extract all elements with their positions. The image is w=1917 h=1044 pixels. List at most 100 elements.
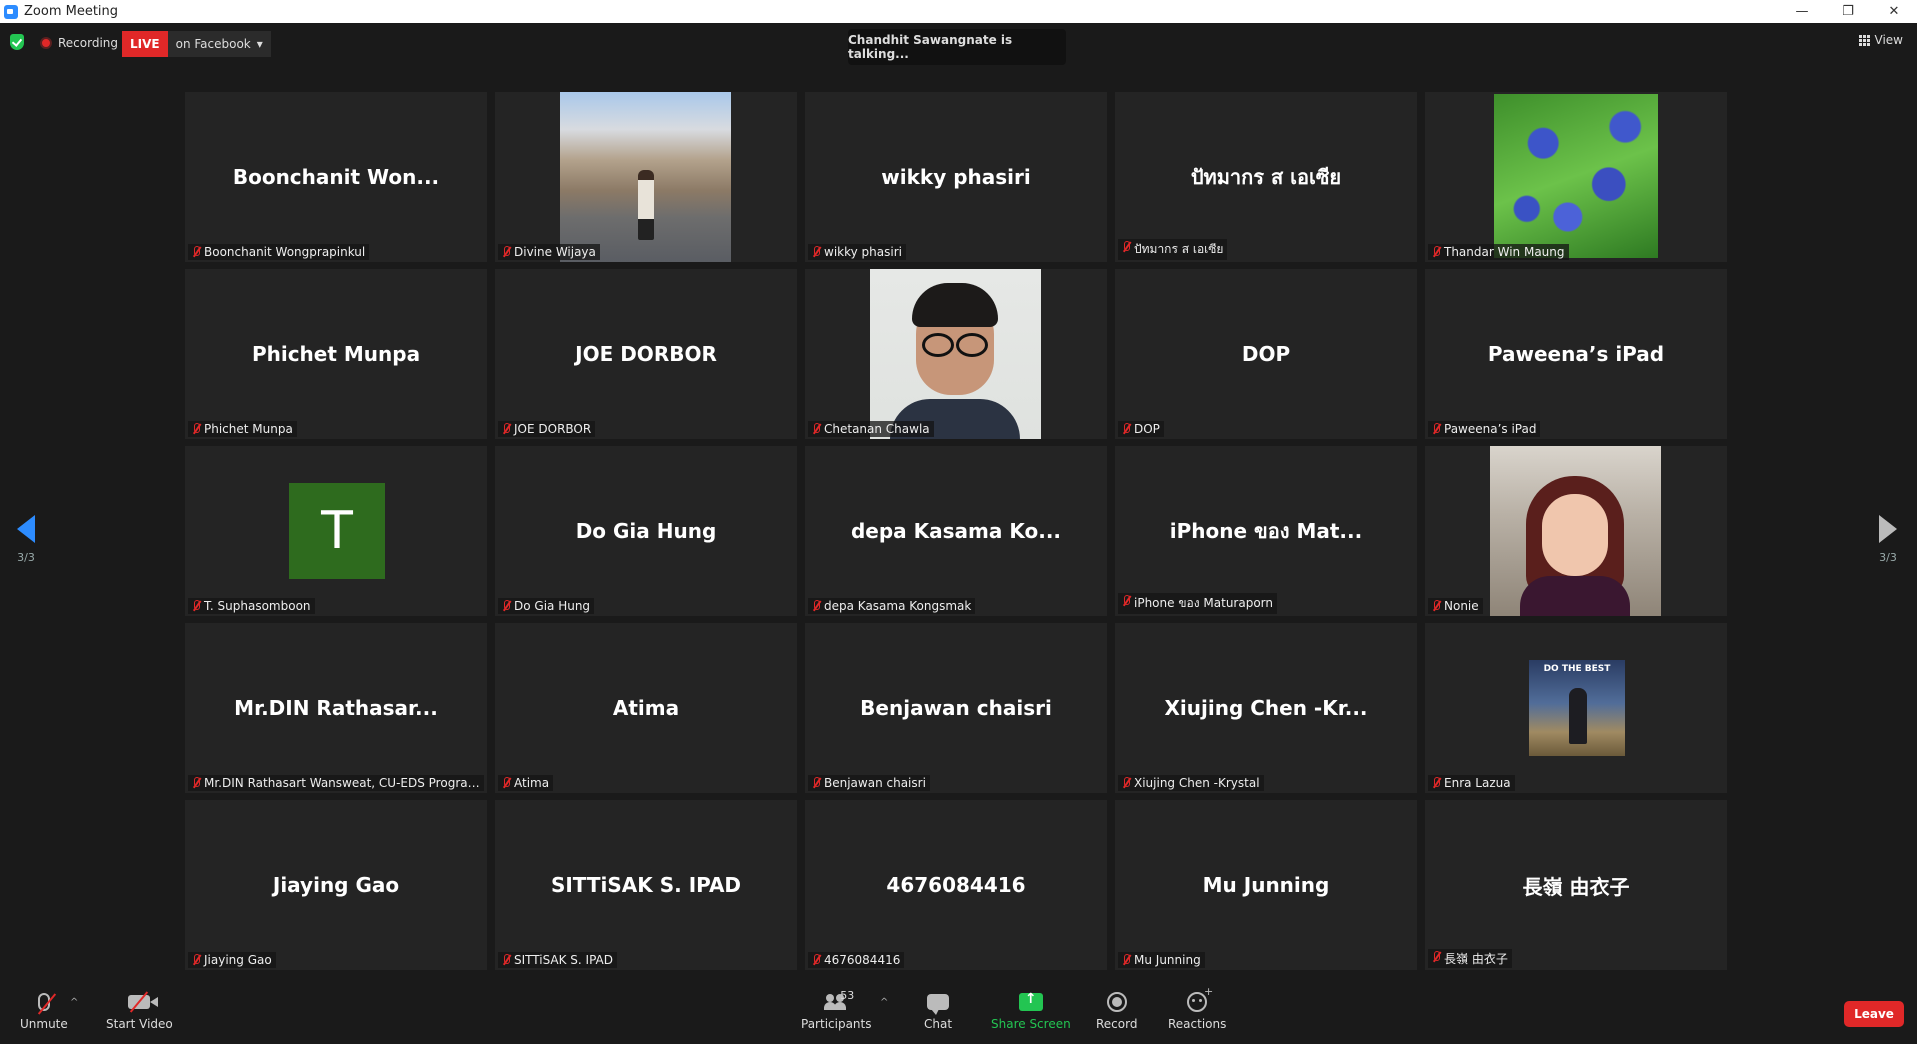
- recording-label: Recording: [58, 36, 119, 50]
- active-speaker-banner: Chandhit Sawangnate is talking...: [848, 29, 1066, 65]
- participant-tile[interactable]: DOP DOP: [1115, 269, 1417, 439]
- participant-tile[interactable]: Atima Atima: [495, 623, 797, 793]
- participant-name: DOP: [1134, 422, 1160, 436]
- participant-tile[interactable]: Phichet Munpa Phichet Munpa: [185, 269, 487, 439]
- participant-name-label: 4676084416: [808, 952, 905, 968]
- participant-name: iPhone ของ Maturaporn: [1134, 596, 1273, 610]
- prev-page-button[interactable]: 3/3: [6, 515, 46, 564]
- next-page-button[interactable]: 3/3: [1868, 515, 1908, 564]
- participants-button[interactable]: 53 Participants: [801, 989, 872, 1031]
- participant-tile[interactable]: Divine Wijaya: [495, 92, 797, 262]
- participant-name: Mr.DIN Rathasart Wansweat, CU-EDS Progra…: [204, 776, 484, 790]
- mic-muted-icon: [1121, 241, 1131, 253]
- security-shield-icon[interactable]: [10, 34, 24, 50]
- participant-video: [560, 92, 731, 262]
- participant-name: Thandar Win Maung: [1444, 245, 1565, 259]
- participant-tile[interactable]: Paweena’s iPad Paweena’s iPad: [1425, 269, 1727, 439]
- share-screen-label: Share Screen: [991, 1017, 1071, 1031]
- profile-picture-caption: DO THE BEST: [1543, 664, 1611, 674]
- participant-display-name: iPhone ของ Mat...: [1169, 519, 1363, 543]
- participant-tile[interactable]: 長嶺 由衣子 長嶺 由衣子: [1425, 800, 1727, 970]
- mic-muted-icon: [811, 600, 821, 612]
- participants-label: Participants: [801, 1017, 872, 1031]
- participant-tile[interactable]: Xiujing Chen -Kr... Xiujing Chen -Krystal: [1115, 623, 1417, 793]
- chat-button[interactable]: Chat: [924, 989, 952, 1031]
- participant-tile[interactable]: Jiaying Gao Jiaying Gao: [185, 800, 487, 970]
- participant-tile[interactable]: 4676084416 4676084416: [805, 800, 1107, 970]
- page-indicator-right: 3/3: [1879, 551, 1897, 564]
- mic-muted-icon: [501, 423, 511, 435]
- view-button[interactable]: View: [1858, 33, 1903, 47]
- recording-indicator[interactable]: Recording: [40, 33, 118, 53]
- participant-name: Paweena’s iPad: [1444, 422, 1537, 436]
- participant-tile[interactable]: Thandar Win Maung: [1425, 92, 1727, 262]
- page-indicator-left: 3/3: [17, 551, 35, 564]
- start-video-button[interactable]: Start Video: [106, 989, 173, 1031]
- participant-name-label: ปัทมากร ส เอเซีย: [1118, 239, 1228, 260]
- window-controls: — ❐ ✕: [1779, 0, 1917, 23]
- record-button[interactable]: Record: [1096, 989, 1137, 1031]
- participant-tile[interactable]: depa Kasama Ko... depa Kasama Kongsmak: [805, 446, 1107, 616]
- participant-video: [1494, 94, 1658, 258]
- mic-muted-icon: [191, 246, 201, 258]
- participant-tile[interactable]: JOE DORBOR JOE DORBOR: [495, 269, 797, 439]
- participant-name: wikky phasiri: [824, 245, 902, 259]
- live-destination[interactable]: on Facebook ▾: [167, 31, 271, 57]
- participant-display-name: wikky phasiri: [881, 165, 1031, 189]
- participant-tile[interactable]: iPhone ของ Mat... iPhone ของ Maturaporn: [1115, 446, 1417, 616]
- participant-display-name: SITTiSAK S. IPAD: [550, 873, 742, 897]
- mic-muted-icon: [1121, 423, 1131, 435]
- participant-name: Boonchanit Wongprapinkul: [204, 245, 366, 259]
- grid-view-icon: [1858, 34, 1870, 46]
- participant-tile[interactable]: SITTiSAK S. IPAD SITTiSAK S. IPAD: [495, 800, 797, 970]
- participant-display-name: DOP: [1241, 342, 1291, 366]
- livestream-control[interactable]: LIVE on Facebook ▾: [122, 31, 271, 57]
- mic-muted-icon: [811, 777, 821, 789]
- participant-tile[interactable]: Nonie: [1425, 446, 1727, 616]
- mic-muted-icon: [501, 777, 511, 789]
- participants-options-caret-icon[interactable]: ^: [880, 997, 888, 1008]
- reactions-button[interactable]: Reactions: [1168, 985, 1226, 1031]
- participant-tile[interactable]: Mu Junning Mu Junning: [1115, 800, 1417, 970]
- restore-icon[interactable]: ❐: [1825, 0, 1871, 23]
- participant-display-name: Paweena’s iPad: [1487, 342, 1665, 366]
- mic-muted-icon: [37, 993, 57, 1015]
- mic-muted-icon: [501, 954, 511, 966]
- live-destination-label: on Facebook: [175, 37, 251, 51]
- mic-muted-icon: [1431, 246, 1441, 258]
- participant-tile[interactable]: T T. Suphasomboon: [185, 446, 487, 616]
- caret-down-icon: ▾: [256, 37, 263, 51]
- mic-muted-icon: [501, 246, 511, 258]
- audio-options-caret-icon[interactable]: ^: [70, 997, 78, 1008]
- participant-name-label: Enra Lazua: [1428, 775, 1515, 791]
- participant-name-label: Xiujing Chen -Krystal: [1118, 775, 1264, 791]
- leave-button[interactable]: Leave: [1844, 1001, 1904, 1027]
- participant-display-name: Do Gia Hung: [575, 519, 717, 543]
- participant-display-name: Jiaying Gao: [272, 873, 400, 897]
- participant-name-label: Paweena’s iPad: [1428, 421, 1541, 437]
- record-dot-icon: [40, 37, 52, 49]
- mic-muted-icon: [1431, 600, 1441, 612]
- share-screen-button[interactable]: Share Screen: [991, 989, 1071, 1031]
- participant-name-label: Divine Wijaya: [498, 244, 600, 260]
- participant-tile[interactable]: Do Gia Hung Do Gia Hung: [495, 446, 797, 616]
- participant-tile[interactable]: Boonchanit Won... Boonchanit Wongprapinku…: [185, 92, 487, 262]
- participant-video: [870, 269, 1041, 439]
- participant-name: ปัทมากร ส เอเซีย: [1134, 242, 1224, 256]
- participant-tile[interactable]: Mr.DIN Rathasar... Mr.DIN Rathasart Wansw…: [185, 623, 487, 793]
- mic-muted-icon: [1431, 423, 1441, 435]
- participant-tile[interactable]: wikky phasiri wikky phasiri: [805, 92, 1107, 262]
- unmute-button[interactable]: Unmute: [20, 989, 68, 1031]
- arrow-left-icon: [17, 515, 35, 543]
- participant-name-label: Boonchanit Wongprapinkul: [188, 244, 370, 260]
- start-video-label: Start Video: [106, 1017, 173, 1031]
- participant-tile[interactable]: Benjawan chaisri Benjawan chaisri: [805, 623, 1107, 793]
- participant-tile[interactable]: DO THE BEST Enra Lazua: [1425, 623, 1727, 793]
- participant-tile[interactable]: Chetanan Chawla: [805, 269, 1107, 439]
- participant-name: depa Kasama Kongsmak: [824, 599, 972, 613]
- participant-name: JOE DORBOR: [514, 422, 592, 436]
- minimize-icon[interactable]: —: [1779, 0, 1825, 23]
- participant-name-label: DOP: [1118, 421, 1164, 437]
- participant-tile[interactable]: ปัทมากร ส เอเซีย ปัทมากร ส เอเซีย: [1115, 92, 1417, 262]
- close-icon[interactable]: ✕: [1871, 0, 1917, 23]
